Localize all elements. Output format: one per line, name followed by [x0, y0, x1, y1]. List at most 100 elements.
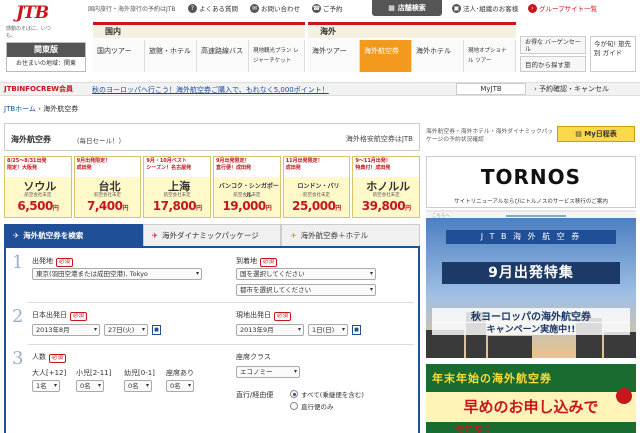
destination-country-select[interactable]: 国を選択してください	[236, 268, 376, 280]
price-cards: 8/25〜8/31出発 限定！大阪発 ソウル 航空会社未定 6,500円 9月出発限定！…	[4, 156, 421, 218]
calendar-icon[interactable]: ■	[352, 325, 361, 335]
logo-text: JTB	[16, 3, 49, 23]
price-card-city: ロンドン・パリ	[297, 183, 340, 190]
region-sub: お住まいの地域：関東	[15, 60, 76, 67]
route-all-radio[interactable]: すべて(乗継便を含む)	[290, 389, 364, 399]
step-1: 1	[12, 252, 24, 273]
tab-flight-search[interactable]: ✈ 海外航空券を検索	[4, 224, 143, 246]
logo-tagline: 感動のそばに、いつも。	[6, 26, 51, 39]
return-day-select[interactable]: 1日(日)	[308, 324, 348, 336]
price-card-note: 航空会社未定	[303, 193, 331, 198]
purpose-search-button[interactable]: 目的から探す旅	[520, 56, 586, 72]
question-icon: ?	[188, 3, 197, 13]
origin-label: 出発地 必須	[32, 256, 74, 267]
step-2: 2	[12, 306, 24, 327]
depart-date-label: 日本出発日 必須	[32, 310, 88, 321]
status-check-link[interactable]: 海外航空券・海外ホテル・海外ダイナミックパッケージの予約状況確認	[426, 128, 554, 144]
price-card-note: 航空会社未定	[24, 193, 52, 198]
newyear-line-3: もれなく	[456, 425, 493, 433]
divider	[28, 302, 414, 303]
depart-day-select[interactable]: 27日(火)	[104, 324, 148, 336]
nav-international-header: 海外	[308, 22, 516, 38]
europe-line-1: 秋ヨーロッパの海外航空券	[432, 308, 630, 323]
contact-link[interactable]: ✉ お問い合わせ	[250, 3, 300, 13]
nav-ryokan-hotel[interactable]: 旅館・ホテル	[145, 40, 197, 72]
region-title: 関東版	[7, 43, 85, 57]
member-brand: JTBINFOCREW会員	[4, 85, 73, 93]
europe-campaign-banner[interactable]: J T B 海 外 航 空 券 9月出発特集 秋ヨーロッパの海外航空券 キャンペ…	[426, 218, 636, 358]
jtb-logo[interactable]: JTB 感動のそばに、いつも。	[6, 3, 54, 39]
price-card-price: 19,000円	[222, 199, 272, 213]
page-title-right: 海外格安航空券はJTB	[345, 135, 413, 143]
infant-label: 幼児[0-1]	[124, 369, 155, 377]
europe-headline: 9月出発特集	[442, 262, 620, 284]
calendar-icon: ▤	[575, 130, 585, 138]
adult-select[interactable]: 1名	[32, 380, 60, 392]
reserve-link[interactable]: ☎ ご予約	[312, 3, 343, 13]
tornos-banner[interactable]: TORNOS サイトリニューアルならびにトルノスのサービス移行のご案内	[426, 156, 636, 208]
nav-local-plan[interactable]: 現地観光プラン レジャーチケット	[249, 40, 305, 72]
phone-icon: ☎	[312, 3, 321, 13]
nav-overseas-tour[interactable]: 海外ツアー	[308, 40, 360, 72]
corporate-link[interactable]: ▣ 法人･組織のお客様	[452, 3, 518, 13]
member-promo-link[interactable]: 秋のヨーロッパへ行こう！海外航空券ご購入で、もれなく5,000ポイント！	[92, 85, 329, 95]
europe-ribbon: J T B 海 外 航 空 券	[446, 230, 616, 244]
reservation-check-link[interactable]: › 予約確認・キャンセル	[534, 84, 609, 94]
ad-scroll-bar	[506, 215, 566, 217]
destination-city-select[interactable]: 都市を選択してください	[236, 284, 376, 296]
nav-overseas-hotel[interactable]: 海外ホテル	[412, 40, 464, 72]
price-card[interactable]: 9〜11月出発！ 特典付！成田発 ホノルル 航空会社未定 39,800円	[352, 156, 421, 218]
class-select[interactable]: エコノミー	[236, 366, 300, 378]
calendar-icon[interactable]: ■	[152, 325, 161, 335]
price-card[interactable]: 8/25〜8/31出発 限定！大阪発 ソウル 航空会社未定 6,500円	[4, 156, 72, 218]
airplane-icon: ✈	[290, 231, 297, 240]
price-card[interactable]: 11月出発限定！ 成田発 ロンドン・パリ 航空会社未定 25,000円	[282, 156, 351, 218]
nav-domestic-tour[interactable]: 国内ツアー	[93, 40, 145, 72]
price-card-price: 39,800円	[361, 199, 411, 213]
price-card-note: 航空会社未定	[163, 193, 191, 198]
child-select[interactable]: 0名	[76, 380, 104, 392]
price-card-tag: 11月出発限定！ 成田発	[283, 157, 350, 177]
price-card[interactable]: 9月・10月ベスト シーズン！名古屋発 上海 航空会社未定 17,800円	[143, 156, 212, 218]
bargain-sale-button[interactable]: お得な バーゲンセール	[520, 36, 586, 54]
nav-overseas-flight[interactable]: 海外航空券	[360, 40, 412, 72]
page-subtitle: （毎日セール！）	[73, 137, 125, 145]
nav-highway-bus[interactable]: 高速路線バス	[197, 40, 249, 72]
return-date-label: 現地出発日 必須	[236, 310, 292, 321]
region-selector[interactable]: 関東版 お住まいの地域：関東	[6, 42, 86, 72]
price-card-price: 17,800円	[152, 199, 202, 213]
destination-guide-button[interactable]: 今が旬! 旅先別 ガイド	[590, 36, 636, 72]
breadcrumb: JTBホーム › 海外航空券	[4, 105, 79, 113]
page-title-box: 海外航空券 （毎日セール！） 海外格安航空券はJTB	[4, 123, 420, 151]
group-sites-link[interactable]: › グループサイト一覧	[528, 3, 597, 13]
step-3: 3	[12, 348, 24, 369]
store-search-button[interactable]: ▦ 店舗検索	[372, 0, 442, 16]
faq-link[interactable]: ? よくある質問	[188, 3, 238, 13]
price-card-tag: 9月・10月ベスト シーズン！名古屋発	[144, 157, 211, 177]
people-label: 人数 必須	[32, 352, 67, 363]
city-silhouette	[488, 336, 532, 358]
my-schedule-button[interactable]: ▤ My日程表	[557, 126, 635, 142]
price-card-tag: 9月出発限定！ 直行便！成田発	[214, 157, 280, 177]
origin-select[interactable]: 東京(羽田空港または成田空港), Tokyo	[32, 268, 202, 280]
tab-dynamic-package[interactable]: ✈ 海外ダイナミックパッケージ	[142, 224, 282, 246]
route-direct-radio[interactable]: 直行便のみ	[290, 401, 334, 411]
infant-select[interactable]: 0名	[124, 380, 152, 392]
price-card-note: 航空会社未定	[233, 193, 261, 198]
top-tagline: 国内旅行・海外旅行の予約はJTB	[88, 6, 176, 13]
breadcrumb-home[interactable]: JTBホーム	[4, 105, 36, 113]
tab-flight-hotel[interactable]: ✈ 海外航空券＋ホテル	[281, 224, 421, 246]
class-label: 座席クラス	[236, 353, 271, 361]
nav-optional-tour[interactable]: 現地オプショナル ツアー	[464, 40, 516, 72]
nav-domestic-header: 国内	[93, 22, 305, 38]
newyear-banner[interactable]: 年末年始の海外航空券 早めのお申し込みで もれなく	[426, 364, 636, 433]
return-month-select[interactable]: 2013年9月	[236, 324, 304, 336]
depart-month-select[interactable]: 2013年8月	[32, 324, 100, 336]
myjtb-button[interactable]: MyJTB	[456, 83, 526, 95]
seat-select[interactable]: 0名	[166, 380, 194, 392]
price-card[interactable]: 9月出発限定！ 直行便！成田発 バンコク・シンガポール 航空会社未定 19,000円	[213, 156, 281, 218]
price-card[interactable]: 9月出発限定！ 成田発 台北 航空会社未定 7,400円	[73, 156, 142, 218]
ornament-icon	[616, 388, 632, 404]
airplane-icon: ✈	[13, 231, 20, 240]
destination-label: 到着地 必須	[236, 256, 278, 267]
